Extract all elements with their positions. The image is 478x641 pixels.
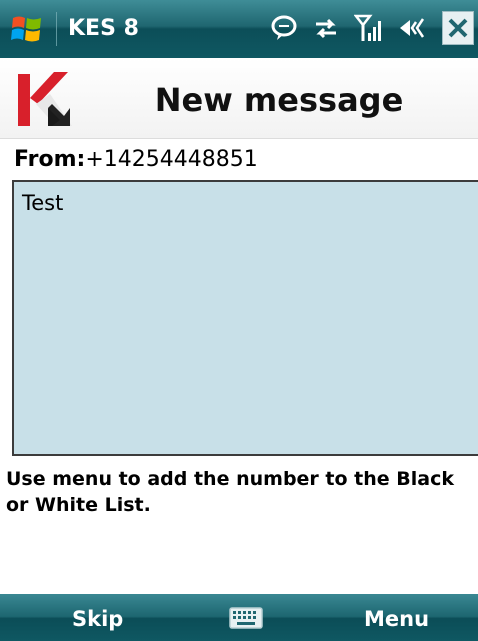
close-icon[interactable] (442, 11, 474, 45)
hint-line-1: Use menu to add the number to the Black (6, 468, 454, 490)
sender-number: +14254448851 (85, 147, 258, 172)
message-bubble-icon[interactable] (270, 14, 298, 42)
kaspersky-logo (18, 72, 72, 126)
menu-softkey[interactable]: Menu (364, 606, 429, 632)
page-header: New message (0, 58, 478, 139)
data-sync-icon[interactable] (312, 14, 340, 42)
softkey-bar: Skip Menu (0, 594, 478, 641)
hint-line-2: or White List. (6, 494, 151, 516)
from-label: From: (14, 147, 86, 172)
message-body-box[interactable]: Test (12, 180, 478, 456)
volume-icon[interactable] (398, 14, 428, 42)
windows-start-icon[interactable] (10, 12, 44, 46)
message-text: Test (22, 191, 64, 215)
title-separator (56, 12, 57, 46)
keyboard-icon[interactable] (229, 607, 263, 629)
hint-text: Use menu to add the number to the Black … (6, 466, 476, 518)
status-icons (256, 8, 478, 48)
app-title[interactable]: KES 8 (68, 16, 139, 42)
signal-icon[interactable] (354, 13, 384, 43)
skip-softkey[interactable]: Skip (72, 606, 123, 632)
status-bar: KES 8 (0, 0, 478, 58)
page-title: New message (154, 81, 404, 119)
sender-row: From:+14254448851 (14, 146, 258, 174)
